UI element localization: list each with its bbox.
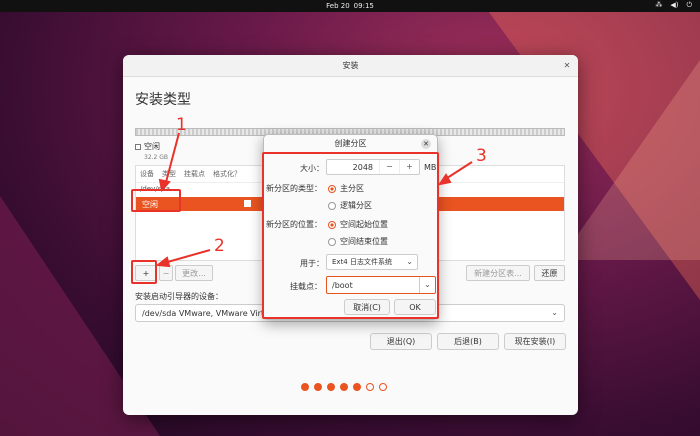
dialog-title: 创建分区 bbox=[334, 139, 367, 148]
annotation-number: 1 bbox=[176, 115, 187, 135]
wallpaper-shape bbox=[560, 60, 700, 260]
progress-dot bbox=[353, 383, 361, 391]
boot-device-value: /dev/sda VMware, VMware Virtu bbox=[142, 308, 270, 318]
quit-button[interactable]: 退出(Q) bbox=[370, 333, 432, 350]
boot-device-label: 安装启动引导器的设备： bbox=[135, 292, 223, 301]
network-icon: ⁂ bbox=[655, 1, 663, 9]
close-icon[interactable]: ✕ bbox=[421, 139, 431, 149]
page-title: 安装类型 bbox=[135, 92, 191, 108]
revert-button[interactable]: 还原 bbox=[534, 265, 565, 281]
highlight-box bbox=[262, 152, 439, 319]
window-titlebar: 安装 ✕ bbox=[123, 55, 578, 77]
progress-dot bbox=[301, 383, 309, 391]
clock[interactable]: Feb 20 09:15 bbox=[326, 2, 374, 10]
progress-dot bbox=[366, 383, 374, 391]
highlight-box bbox=[131, 189, 181, 212]
annotation-number: 2 bbox=[214, 236, 225, 256]
column-header[interactable]: 类型 bbox=[162, 169, 176, 179]
top-bar: Feb 20 09:15 ⁂ ◀) ⏻ bbox=[0, 0, 700, 12]
progress-dot bbox=[379, 383, 387, 391]
annotation-number: 3 bbox=[476, 146, 487, 166]
dialog-titlebar: 创建分区 ✕ bbox=[264, 135, 437, 153]
format-checkbox[interactable] bbox=[244, 200, 251, 207]
remove-partition-button[interactable]: − bbox=[159, 265, 173, 281]
progress-dot bbox=[327, 383, 335, 391]
system-tray[interactable]: ⁂ ◀) ⏻ bbox=[655, 1, 692, 10]
date: Feb 20 bbox=[326, 2, 350, 10]
power-icon: ⏻ bbox=[686, 1, 692, 9]
legend-size: 32.2 GB bbox=[144, 154, 169, 161]
legend-label: 空闲 bbox=[144, 142, 160, 151]
progress-dots bbox=[301, 383, 387, 391]
chevron-down-icon: ⌄ bbox=[551, 308, 558, 317]
time: 09:15 bbox=[353, 2, 374, 10]
window-title: 安装 bbox=[342, 61, 359, 70]
install-now-button[interactable]: 现在安装(I) bbox=[504, 333, 566, 350]
volume-icon: ◀) bbox=[670, 1, 679, 9]
column-header[interactable]: 格式化？ bbox=[213, 169, 241, 179]
change-partition-button[interactable]: 更改... bbox=[175, 265, 213, 281]
back-button[interactable]: 后退(B) bbox=[437, 333, 499, 350]
column-header[interactable]: 设备 bbox=[140, 169, 154, 179]
column-header[interactable]: 挂载点 bbox=[184, 169, 205, 179]
progress-dot bbox=[340, 383, 348, 391]
highlight-box bbox=[131, 260, 157, 284]
disk-legend: 空闲 32.2 GB bbox=[135, 141, 168, 161]
new-partition-table-button[interactable]: 新建分区表... bbox=[466, 265, 530, 281]
progress-dot bbox=[314, 383, 322, 391]
close-icon[interactable]: ✕ bbox=[562, 61, 572, 71]
legend-swatch bbox=[135, 143, 141, 150]
